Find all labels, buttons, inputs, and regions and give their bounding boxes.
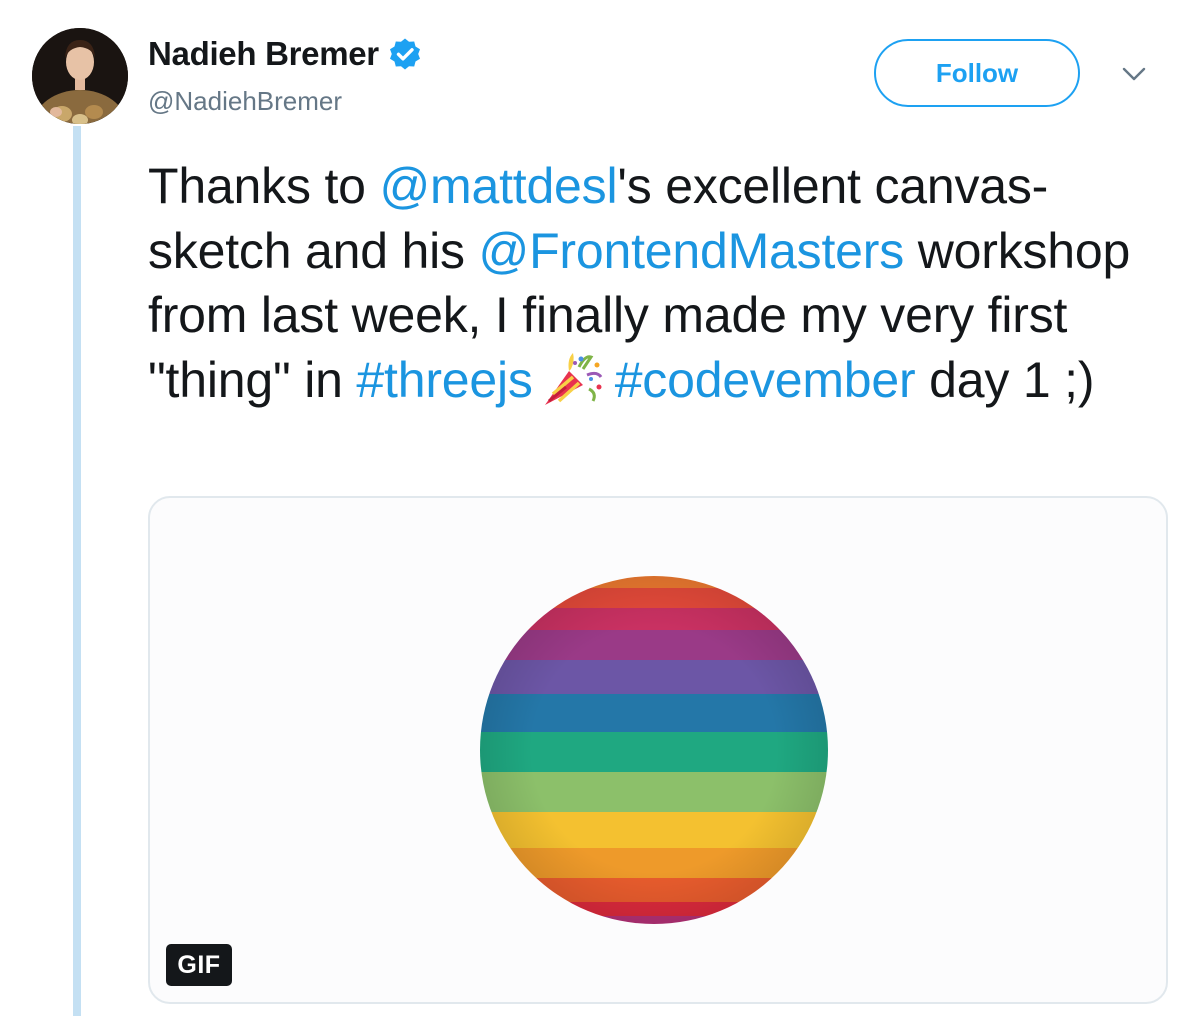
author-name-row[interactable]: Nadieh Bremer bbox=[148, 34, 422, 74]
mention-link-mattdesl[interactable]: @mattdesl bbox=[379, 158, 617, 214]
avatar[interactable] bbox=[32, 28, 128, 124]
rainbow-sphere-animation bbox=[480, 576, 828, 924]
party-popper-icon bbox=[544, 352, 602, 405]
gif-media-card[interactable]: GIF bbox=[148, 496, 1168, 1004]
hashtag-link-threejs[interactable]: #threejs bbox=[356, 352, 532, 408]
tweet-text: Thanks to @mattdesl's excellent canvas-s… bbox=[148, 154, 1158, 412]
thread-line bbox=[73, 126, 81, 1016]
follow-button[interactable]: Follow bbox=[874, 39, 1080, 107]
tweet-text-segment: Thanks to bbox=[148, 158, 380, 214]
author-handle[interactable]: @NadiehBremer bbox=[148, 86, 342, 117]
hashtag-link-codevember[interactable]: #codevember bbox=[615, 352, 916, 408]
gif-badge: GIF bbox=[166, 944, 232, 986]
verified-badge-icon bbox=[389, 38, 420, 70]
display-name[interactable]: Nadieh Bremer bbox=[148, 35, 379, 73]
avatar-image bbox=[32, 28, 128, 124]
tweet-text-segment: day 1 ;) bbox=[915, 351, 1095, 408]
chevron-down-icon[interactable] bbox=[1120, 64, 1148, 84]
mention-link-frontendmasters[interactable]: @FrontendMasters bbox=[479, 223, 905, 279]
